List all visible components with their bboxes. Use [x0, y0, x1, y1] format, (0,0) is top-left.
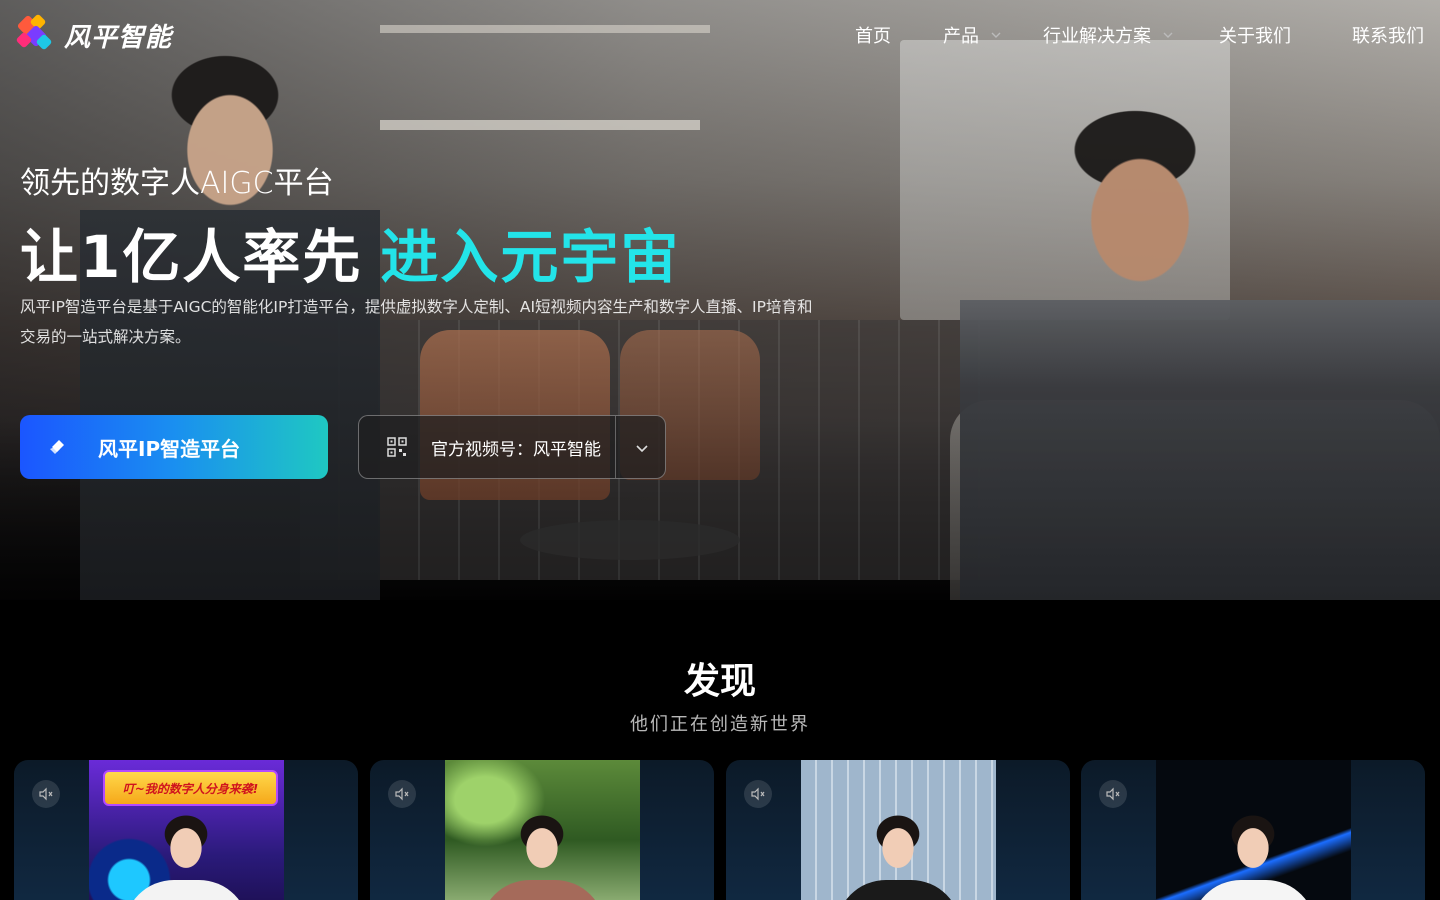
site-header: 风平智能 首页 产品 行业解决方案 关于我们 联系我们	[0, 0, 1440, 72]
nav-item-label: 首页	[855, 26, 891, 47]
nav-item-products[interactable]: 产品	[943, 22, 1003, 48]
nav-item-label: 产品	[943, 26, 979, 47]
video-thumbnail	[445, 760, 640, 900]
brand-name: 风平智能	[64, 22, 173, 53]
chevron-down-icon	[1163, 32, 1173, 38]
brand-logo[interactable]: 风平智能	[15, 13, 173, 56]
nav-item-label: 关于我们	[1219, 26, 1291, 47]
hero-description: 风平IP智造平台是基于AIGC的智能化IP打造平台，提供虚拟数字人定制、AI短视…	[20, 298, 813, 346]
video-thumbnail	[801, 760, 996, 900]
platform-button-label: 风平IP智造平台	[98, 436, 241, 461]
hero-headline: 让1亿人率先 进入元宇宙	[20, 210, 680, 294]
headline-accent: 进入元宇宙	[380, 223, 681, 291]
hero-subtitle: 领先的数字人AIGC平台	[20, 166, 334, 201]
video-thumbnail: 叮~我的数字人分身来袭!	[89, 760, 284, 900]
avatar	[500, 810, 585, 900]
platform-button[interactable]: 风平IP智造平台	[20, 415, 328, 479]
discover-title: 发现	[683, 661, 756, 702]
video-card[interactable]	[370, 760, 714, 900]
logo-icon	[15, 13, 58, 56]
mute-icon[interactable]	[32, 780, 60, 808]
nav-item-solutions[interactable]: 行业解决方案	[1043, 22, 1175, 48]
official-channel-label: 官方视频号：风平智能	[431, 439, 601, 460]
button-divider	[615, 416, 616, 478]
nav-item-label: 行业解决方案	[1043, 26, 1151, 47]
nav-item-about[interactable]: 关于我们	[1219, 22, 1291, 48]
nav-item-label: 联系我们	[1352, 26, 1424, 47]
video-thumbnail	[1156, 760, 1351, 900]
mute-icon[interactable]	[388, 780, 416, 808]
video-card[interactable]	[726, 760, 1070, 900]
mute-icon[interactable]	[1099, 780, 1127, 808]
qr-code-icon	[387, 437, 407, 457]
video-banner: 叮~我的数字人分身来袭!	[103, 770, 278, 806]
nav-item-contact[interactable]: 联系我们	[1352, 22, 1424, 48]
platform-logo-icon	[50, 440, 64, 454]
discover-subtitle: 他们正在创造新世界	[630, 714, 810, 735]
background-table	[520, 520, 740, 560]
mute-icon[interactable]	[744, 780, 772, 808]
headline-main: 让1亿人率先	[20, 223, 363, 291]
official-channel-button[interactable]: 官方视频号：风平智能	[358, 415, 666, 479]
video-card[interactable]	[1081, 760, 1425, 900]
hero-person-right	[960, 70, 1440, 600]
background-shelf	[380, 120, 700, 130]
avatar	[1211, 810, 1296, 900]
chevron-down-icon	[991, 32, 1001, 38]
chevron-down-icon[interactable]	[634, 440, 650, 456]
nav-item-home[interactable]: 首页	[855, 22, 891, 48]
avatar	[144, 810, 229, 900]
avatar	[856, 810, 941, 900]
video-card[interactable]: 叮~我的数字人分身来袭!	[14, 760, 358, 900]
